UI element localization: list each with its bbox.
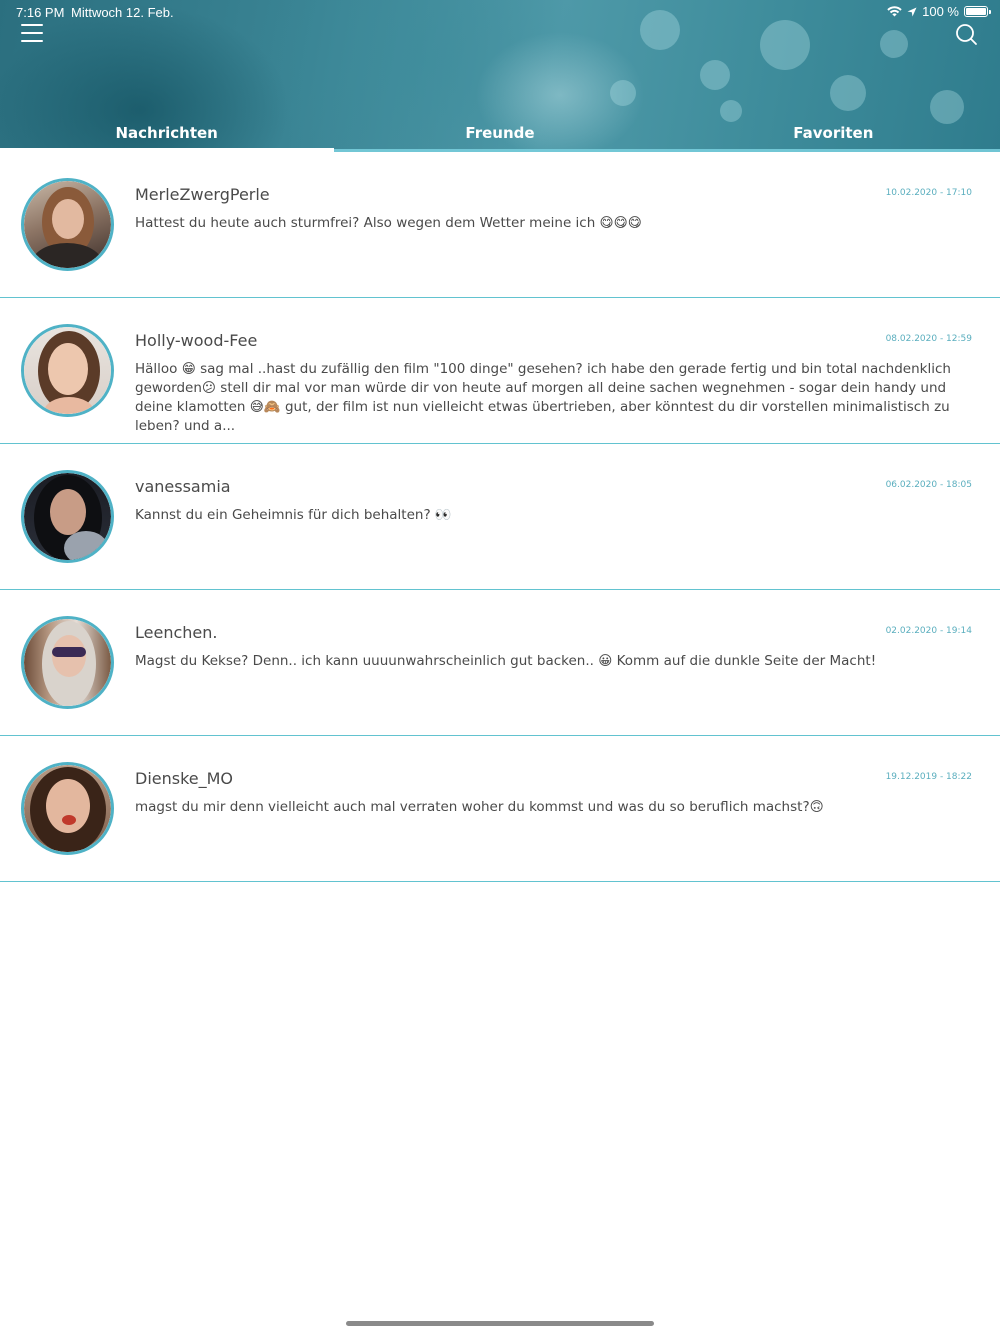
sender-name: Leenchen. [135,623,218,642]
status-date: Mittwoch 12. Feb. [71,5,174,20]
search-icon[interactable] [954,22,978,46]
tab-favoriten[interactable]: Favoriten [667,118,1000,152]
avatar [21,616,114,709]
header-banner: 7:16 PM Mittwoch 12. Feb. 100 % Nachrich… [0,0,1000,152]
message-row[interactable]: Dienske_MO 19.12.2019 - 18:22 magst du m… [0,736,1000,882]
bokeh-decoration [830,75,866,111]
avatar [21,762,114,855]
avatar [21,324,114,417]
message-row[interactable]: Holly-wood-Fee 08.02.2020 - 12:59 Hälloo… [0,298,1000,444]
message-timestamp: 10.02.2020 - 17:10 [885,188,972,198]
sender-name: vanessamia [135,477,231,496]
message-row[interactable]: vanessamia 06.02.2020 - 18:05 Kannst du … [0,444,1000,590]
message-row[interactable]: Leenchen. 02.02.2020 - 19:14 Magst du Ke… [0,590,1000,736]
battery-percentage: 100 % [922,4,959,19]
message-list: MerleZwergPerle 10.02.2020 - 17:10 Hatte… [0,152,1000,882]
sender-name: MerleZwergPerle [135,185,270,204]
message-preview: Magst du Kekse? Denn.. ich kann uuuunwah… [135,653,877,669]
message-preview: magst du mir denn vielleicht auch mal ve… [135,799,824,815]
message-timestamp: 19.12.2019 - 18:22 [885,772,972,782]
avatar [21,178,114,271]
message-preview: Kannst du ein Geheimnis für dich behalte… [135,507,452,523]
status-indicators: 100 % [887,4,991,19]
location-arrow-icon [907,7,917,16]
status-time: 7:16 PM [16,5,65,20]
wifi-icon [887,6,902,17]
bokeh-decoration [610,80,636,106]
message-timestamp: 08.02.2020 - 12:59 [885,334,972,344]
tab-bar: Nachrichten Freunde Favoriten [0,118,1000,152]
tab-freunde[interactable]: Freunde [333,118,666,152]
message-timestamp: 06.02.2020 - 18:05 [885,480,972,490]
home-indicator[interactable] [346,1321,654,1326]
bokeh-decoration [760,20,810,70]
status-bar: 7:16 PM Mittwoch 12. Feb. 100 % [0,0,1000,24]
sender-name: Dienske_MO [135,769,234,788]
message-timestamp: 02.02.2020 - 19:14 [885,626,972,636]
message-preview: Hattest du heute auch sturmfrei? Also we… [135,215,642,231]
hamburger-menu-icon[interactable] [21,24,43,42]
bokeh-decoration [700,60,730,90]
battery-icon [964,6,991,17]
avatar [21,470,114,563]
sender-name: Holly-wood-Fee [135,331,258,350]
message-preview: Hälloo 😁 sag mal ..hast du zufällig den … [135,361,951,434]
tab-nachrichten[interactable]: Nachrichten [0,118,333,152]
message-row[interactable]: MerleZwergPerle 10.02.2020 - 17:10 Hatte… [0,152,1000,298]
bokeh-decoration [880,30,908,58]
